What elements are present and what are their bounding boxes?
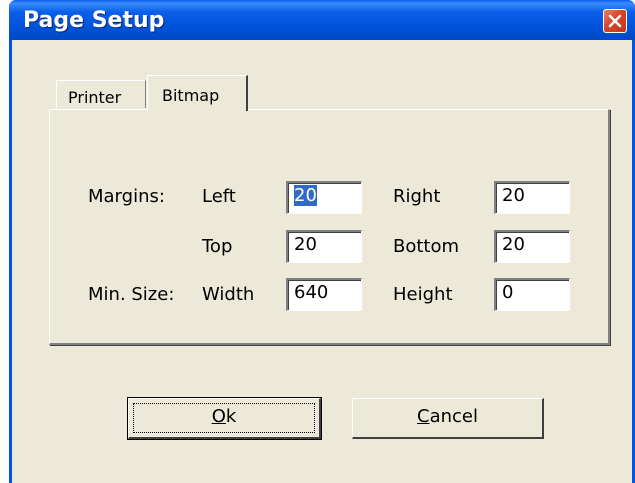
bottom-label: Bottom xyxy=(393,236,460,257)
left-margin-input[interactable]: 20 xyxy=(286,181,362,214)
tab-bitmap[interactable]: Bitmap xyxy=(147,75,248,111)
min-width-input[interactable]: 640 xyxy=(286,278,362,311)
ok-button[interactable]: Ok xyxy=(127,397,322,440)
left-margin-value: 20 xyxy=(294,185,317,206)
focus-rectangle xyxy=(133,403,315,433)
close-icon xyxy=(608,14,622,28)
close-button[interactable] xyxy=(603,9,627,33)
top-margin-input[interactable]: 20 xyxy=(286,230,362,263)
right-margin-input[interactable]: 20 xyxy=(494,181,570,214)
cancel-button[interactable]: Cancel xyxy=(352,398,544,439)
right-label: Right xyxy=(393,186,441,207)
tab-printer-label: Printer xyxy=(68,88,122,107)
dialog-title: Page Setup xyxy=(23,8,165,33)
page-setup-dialog: Page Setup Printer Bitmap Margins: Left … xyxy=(9,0,635,483)
tab-bitmap-label: Bitmap xyxy=(162,86,220,105)
title-bar[interactable]: Page Setup xyxy=(9,0,635,40)
cancel-label-rest: ancel xyxy=(429,406,478,427)
cancel-mnemonic: C xyxy=(417,406,430,427)
tab-printer[interactable]: Printer xyxy=(56,80,146,108)
height-label: Height xyxy=(393,284,453,305)
left-label: Left xyxy=(202,186,236,207)
margins-label: Margins: xyxy=(88,186,165,207)
min-size-label: Min. Size: xyxy=(88,284,175,305)
width-label: Width xyxy=(202,284,255,305)
bitmap-tab-panel: Margins: Left 20 Right 20 Top 20 Bottom … xyxy=(49,109,610,345)
dialog-body: Printer Bitmap Margins: Left 20 Right 20… xyxy=(12,40,632,483)
top-label: Top xyxy=(202,236,233,257)
bottom-margin-input[interactable]: 20 xyxy=(494,230,570,263)
min-height-input[interactable]: 0 xyxy=(494,278,570,311)
